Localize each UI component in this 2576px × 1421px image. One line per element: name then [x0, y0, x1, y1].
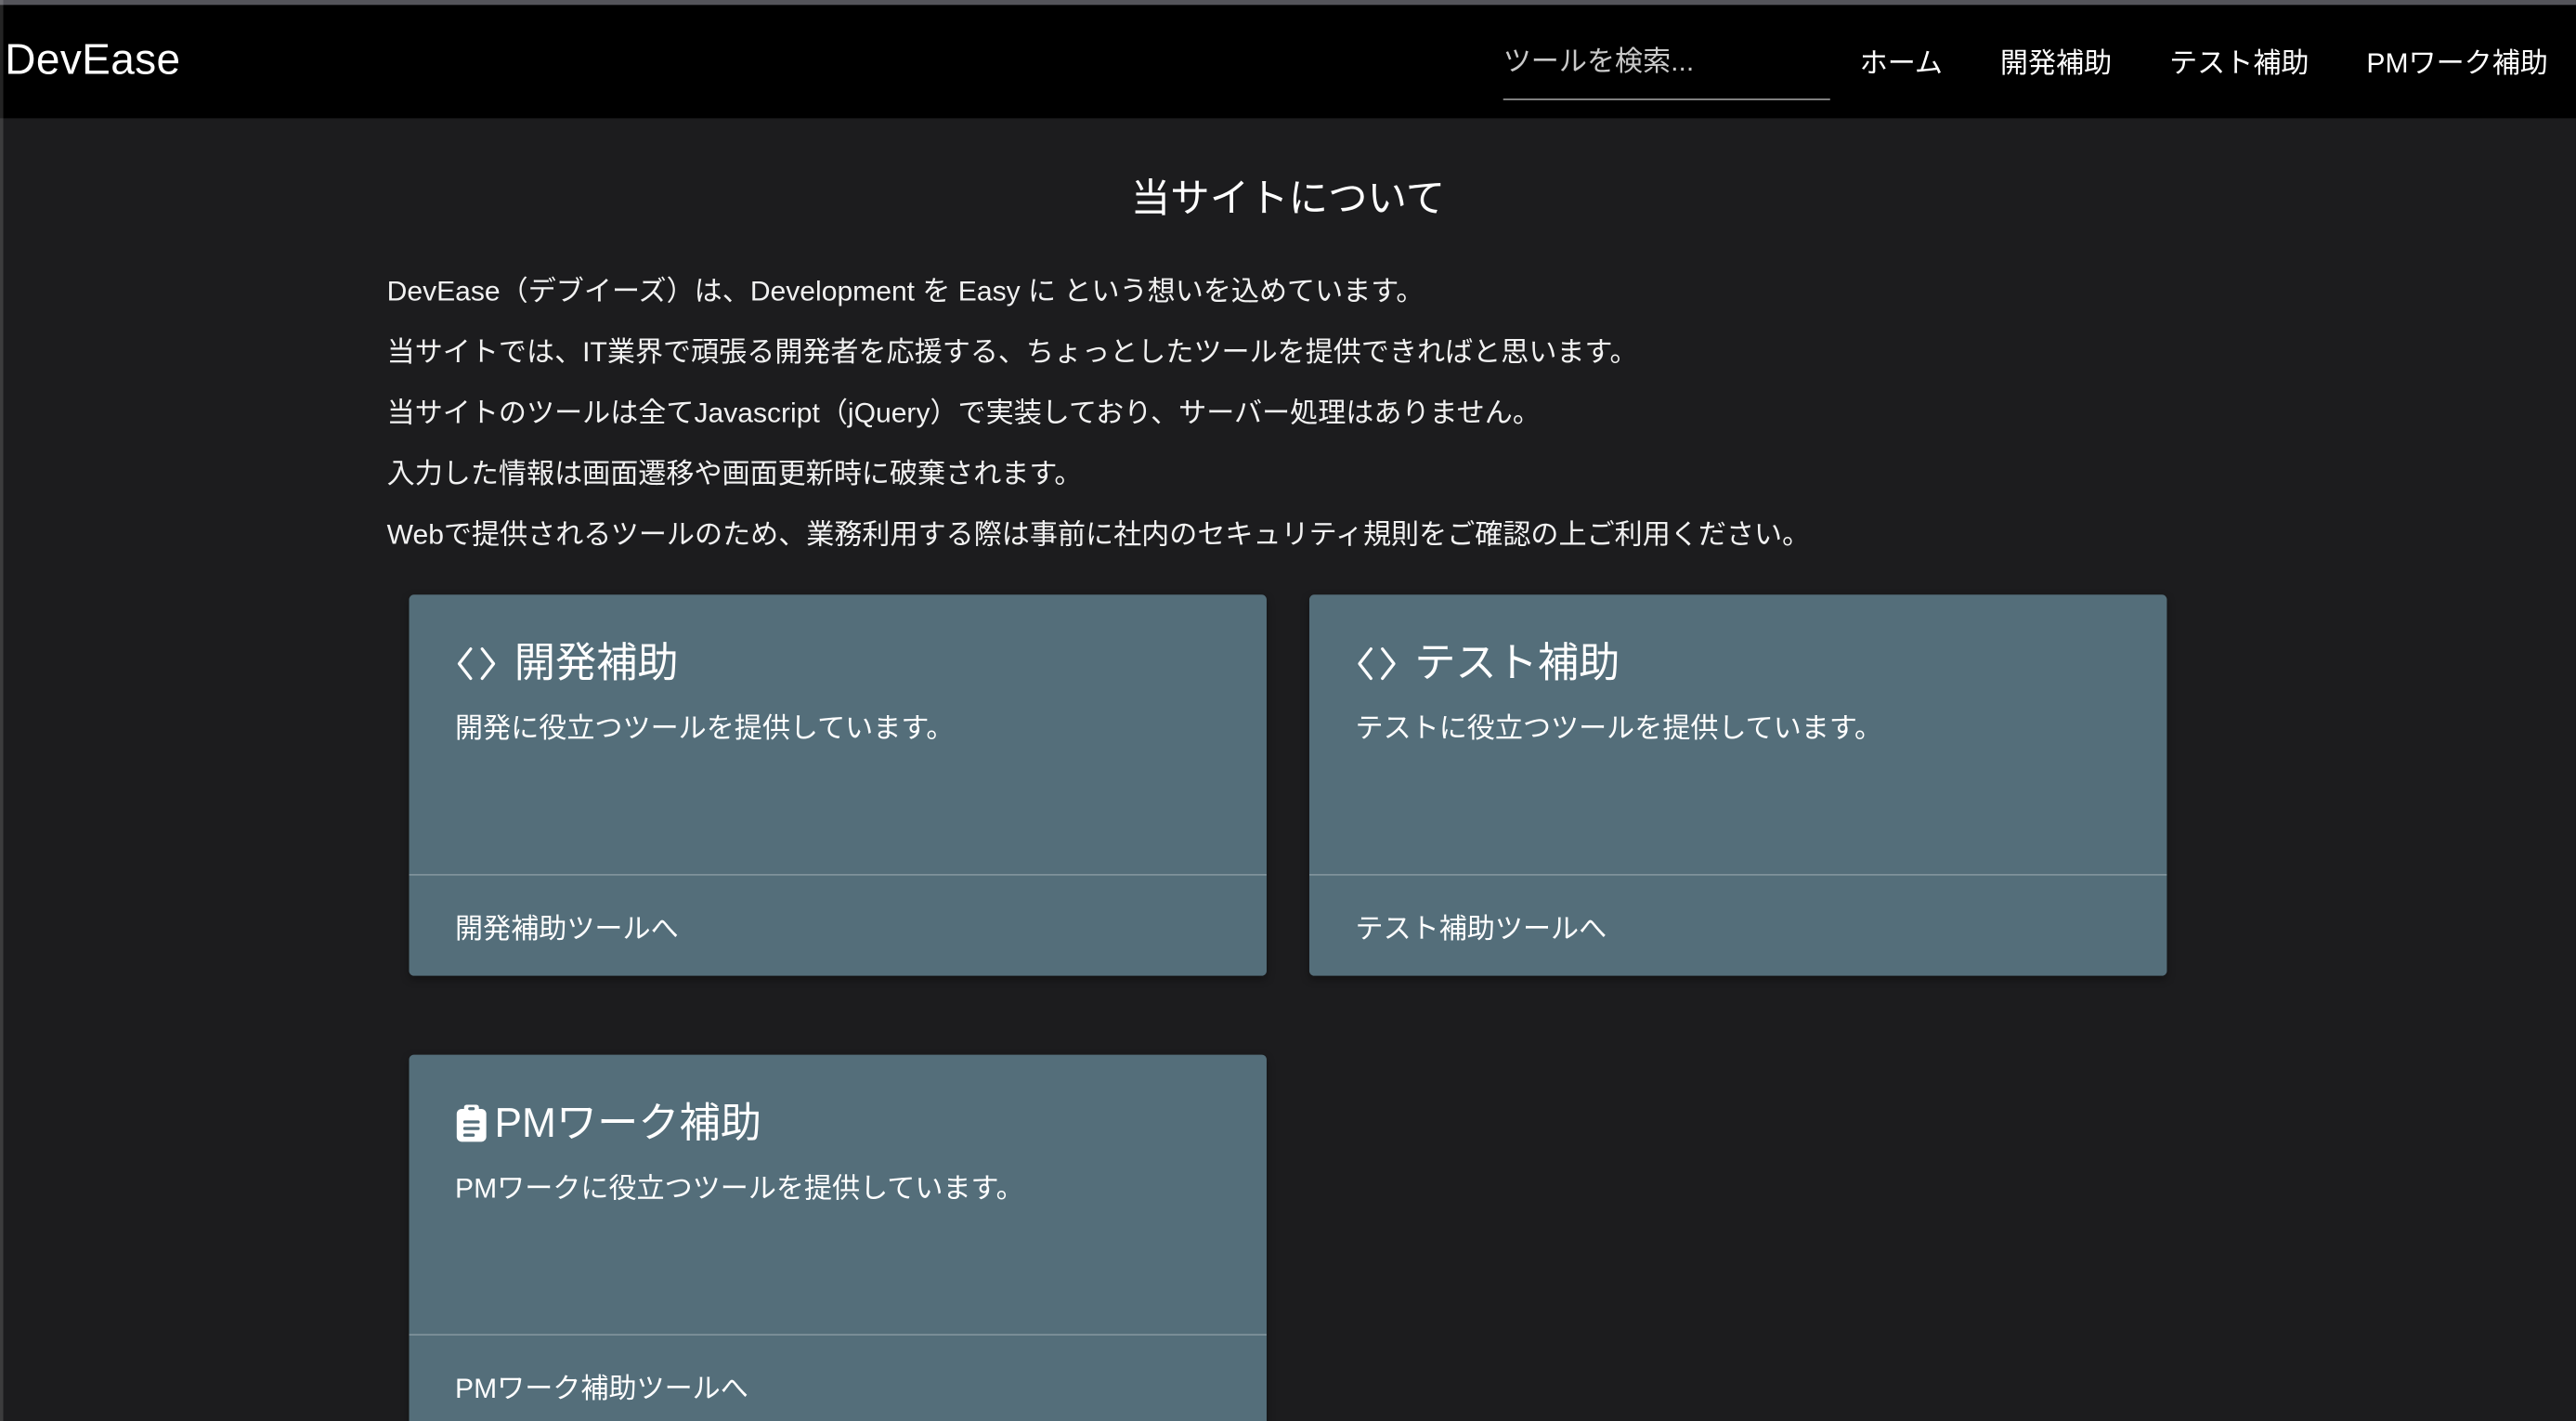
- card-title: 開発補助: [514, 638, 679, 687]
- nav-link-test-tools[interactable]: テスト補助: [2169, 46, 2309, 78]
- about-section: DevEase（デブイーズ）は、Development を Easy に という…: [387, 270, 2190, 554]
- card-gap: [1267, 594, 1309, 975]
- nav-link-pm-tools[interactable]: PMワーク補助: [2366, 46, 2547, 78]
- window-left-border: [0, 0, 3, 1421]
- card-title: テスト補助: [1414, 638, 1620, 687]
- card-action-bar: 開発補助ツールへ: [410, 873, 1267, 975]
- card-link-dev-tools[interactable]: 開発補助ツールへ: [455, 905, 679, 945]
- top-navbar: DevEase ホーム 開発補助 テスト補助 PMワーク補助: [0, 0, 2576, 118]
- nav-item-test-tools[interactable]: テスト補助: [2169, 39, 2309, 80]
- card-action-bar: PMワーク補助ツールへ: [410, 1334, 1267, 1421]
- about-paragraph: 入力した情報は画面遷移や画面更新時に破棄されます。: [387, 452, 2190, 493]
- card-row-1: 開発補助 開発に役立つツールを提供しています。 開発補助ツールへ: [387, 594, 2190, 975]
- about-paragraph: Webで提供されるツールのため、業務利用する際は事前に社内のセキュリティ規則をご…: [387, 514, 2190, 554]
- window-top-border: [0, 0, 2576, 4]
- about-paragraph: 当サイトでは、IT業界で頑張る開発者を応援する、ちょっとしたツールを提供できれば…: [387, 332, 2190, 372]
- nav-item-dev-tools[interactable]: 開発補助: [2000, 39, 2112, 80]
- card-description: 開発に役立つツールを提供しています。: [455, 708, 1220, 749]
- card-pm-tools: PMワーク補助 PMワークに役立つツールを提供しています。 PMワーク補助ツール…: [410, 1054, 1267, 1421]
- code-icon: [455, 645, 498, 681]
- page: DevEase ホーム 開発補助 テスト補助 PMワーク補助 当サイトについて …: [0, 0, 2576, 1421]
- card-title-row: PMワーク補助: [455, 1099, 1220, 1148]
- card-title-row: 開発補助: [455, 638, 1220, 687]
- card-title: PMワーク補助: [494, 1099, 761, 1148]
- card-description: PMワークに役立つツールを提供しています。: [455, 1167, 1220, 1208]
- nav-links: ホーム 開発補助 テスト補助 PMワーク補助: [1860, 39, 2548, 80]
- nav-item-pm-tools[interactable]: PMワーク補助: [2366, 39, 2547, 80]
- search-input[interactable]: [1503, 25, 1830, 100]
- about-paragraph: 当サイトのツールは全てJavascript（jQuery）で実装しており、サーバ…: [387, 392, 2190, 433]
- card-content: テスト補助 テストに役立つツールを提供しています。: [1309, 594, 2166, 749]
- main-content: 当サイトについて DevEase（デブイーズ）は、Development を E…: [387, 0, 2190, 1421]
- nav-item-home[interactable]: ホーム: [1860, 39, 1943, 80]
- card-title-row: テスト補助: [1356, 638, 2121, 687]
- search-field-wrap: [1503, 25, 1830, 100]
- card-description: テストに役立つツールを提供しています。: [1356, 708, 2121, 749]
- nav-right-group: ホーム 開発補助 テスト補助 PMワーク補助: [1503, 18, 2548, 99]
- about-paragraph: DevEase（デブイーズ）は、Development を Easy に という…: [387, 270, 2190, 311]
- nav-link-home[interactable]: ホーム: [1860, 46, 1943, 78]
- card-link-pm-tools[interactable]: PMワーク補助ツールへ: [455, 1364, 748, 1405]
- code-icon: [1356, 645, 1399, 681]
- card-action-bar: テスト補助ツールへ: [1309, 873, 2166, 975]
- nav-link-dev-tools[interactable]: 開発補助: [2000, 46, 2112, 78]
- card-test-tools: テスト補助 テストに役立つツールを提供しています。 テスト補助ツールへ: [1309, 594, 2166, 975]
- card-row-2: PMワーク補助 PMワークに役立つツールを提供しています。 PMワーク補助ツール…: [387, 1054, 2190, 1421]
- brand-logo[interactable]: DevEase: [5, 33, 180, 85]
- card-link-test-tools[interactable]: テスト補助ツールへ: [1356, 905, 1607, 945]
- card-dev-tools: 開発補助 開発に役立つツールを提供しています。 開発補助ツールへ: [410, 594, 1267, 975]
- card-content: PMワーク補助 PMワークに役立つツールを提供しています。: [410, 1054, 1267, 1208]
- page-title: 当サイトについて: [387, 173, 2190, 228]
- clipboard-icon: [455, 1103, 488, 1142]
- card-content: 開発補助 開発に役立つツールを提供しています。: [410, 594, 1267, 749]
